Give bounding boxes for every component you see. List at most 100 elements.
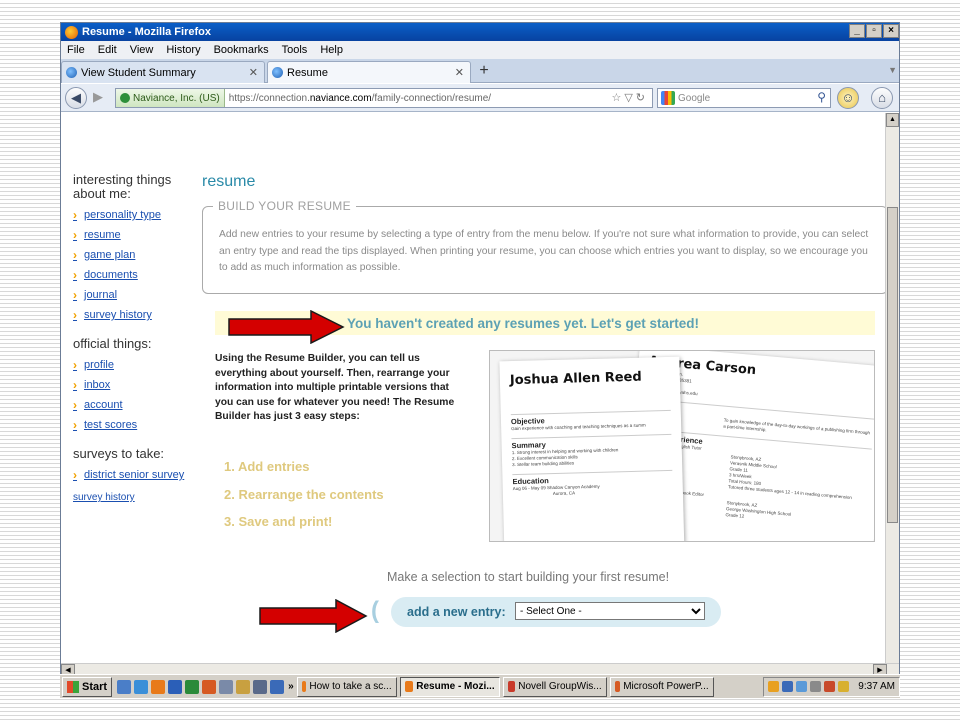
- window-title: Resume - Mozilla Firefox: [82, 26, 211, 38]
- sidebar-list-interesting: › personality type › resume › game plan › do…: [73, 205, 203, 325]
- scroll-thumb[interactable]: [887, 207, 898, 523]
- build-box-text: Add new entries to your resume by select…: [219, 229, 869, 273]
- close-window-button[interactable]: ×: [883, 24, 899, 38]
- tray-security-icon[interactable]: [824, 681, 836, 692]
- bookmark-star-icon[interactable]: ☆▽↻: [611, 91, 648, 104]
- new-tab-button[interactable]: +: [473, 62, 495, 82]
- quicklaunch-app3-icon[interactable]: [236, 679, 251, 694]
- site-identity-badge[interactable]: Naviance, Inc. (US): [116, 89, 225, 107]
- navigation-toolbar: ◀ ▶ Naviance, Inc. (US) https://connecti…: [61, 84, 899, 112]
- tray-volume-icon[interactable]: [810, 681, 822, 692]
- maximize-button[interactable]: ▫: [866, 24, 882, 38]
- system-clock: 9:37 AM: [858, 681, 895, 692]
- url-path: /family-connection/resume/: [371, 92, 492, 104]
- sidebar-item-documents[interactable]: › documents: [73, 265, 203, 285]
- quicklaunch-app2-icon[interactable]: [219, 679, 234, 694]
- survey-history-link[interactable]: survey history: [73, 492, 135, 503]
- browser-window: Resume - Mozilla Firefox _ ▫ × File Edit…: [60, 22, 900, 698]
- home-icon[interactable]: ⌂: [871, 87, 893, 109]
- tray-sync-icon[interactable]: [796, 681, 808, 692]
- tray-network-icon[interactable]: [782, 681, 794, 692]
- quicklaunch-app4-icon[interactable]: [253, 679, 268, 694]
- sample-resumes-image: Andrea Carson 7718 Jasmine Ln. Stonybroo…: [489, 350, 875, 542]
- tab-bar: View Student Summary ✕ Resume ✕ + ▼: [61, 59, 899, 83]
- tab-view-student-summary[interactable]: View Student Summary ✕: [61, 61, 265, 83]
- chevron-right-icon: ›: [73, 268, 77, 282]
- windows-logo-icon: [67, 680, 79, 693]
- task-how-to-take[interactable]: How to take a sc...: [296, 676, 397, 697]
- resume-name: Joshua Allen Reed: [509, 369, 642, 389]
- sidebar-heading-official: official things:: [73, 336, 152, 351]
- sidebar-item-personality-type[interactable]: › personality type: [73, 205, 203, 225]
- step-item: 3. Save and print!: [224, 514, 333, 529]
- chevron-right-icon: ›: [73, 248, 77, 262]
- tray-shield-icon[interactable]: [838, 681, 850, 692]
- resume-builder-intro: Using the Resume Builder, you can tell u…: [215, 353, 455, 422]
- sidebar-item-account[interactable]: › account: [73, 395, 203, 415]
- sidebar-item-survey-history[interactable]: › survey history: [73, 305, 203, 325]
- quicklaunch-app-icon[interactable]: [117, 679, 132, 694]
- firefox-icon: [301, 681, 307, 692]
- sidebar-item-district-senior-survey[interactable]: › district senior survey: [73, 465, 203, 485]
- globe-icon: [272, 67, 283, 78]
- menu-tools[interactable]: Tools: [282, 44, 308, 56]
- step-item: 2. Rearrange the contents: [224, 486, 384, 502]
- forward-button[interactable]: ▶: [89, 87, 107, 109]
- quicklaunch-excel-icon[interactable]: [185, 679, 200, 694]
- firefox-logo-icon: [65, 25, 78, 39]
- close-tab-icon[interactable]: ✕: [249, 66, 258, 79]
- menu-bar: File Edit View History Bookmarks Tools H…: [61, 41, 899, 59]
- list-tabs-icon[interactable]: ▼: [888, 65, 897, 75]
- system-tray: 9:37 AM: [763, 676, 900, 697]
- sidebar: interesting things about me: › personalit…: [73, 173, 203, 505]
- close-tab-icon[interactable]: ✕: [455, 66, 464, 79]
- firefox-icon: [404, 681, 414, 692]
- addon-icon[interactable]: ☺: [837, 87, 859, 109]
- window-controls: _ ▫ ×: [849, 24, 899, 38]
- quicklaunch-app5-icon[interactable]: [270, 679, 285, 694]
- tab-label: Resume: [287, 66, 328, 79]
- quicklaunch-powerpoint-icon[interactable]: [202, 679, 217, 694]
- search-icon[interactable]: ⚲: [817, 90, 826, 104]
- menu-file[interactable]: File: [67, 44, 85, 56]
- search-box[interactable]: Google ⚲: [657, 88, 831, 108]
- chevron-right-icon: ›: [73, 378, 77, 392]
- menu-bookmarks[interactable]: Bookmarks: [214, 44, 269, 56]
- step-item: 1. Add entries: [224, 459, 310, 474]
- sidebar-item-test-scores[interactable]: › test scores: [73, 415, 203, 435]
- sidebar-item-inbox[interactable]: › inbox: [73, 375, 203, 395]
- windows-taskbar: Start » How to take a sc... Resume - Moz…: [60, 674, 900, 698]
- site-identity-icon: [120, 93, 130, 103]
- menu-history[interactable]: History: [166, 44, 200, 56]
- task-powerpoint[interactable]: Microsoft PowerP...: [609, 676, 714, 697]
- add-entry-label: add a new entry:: [407, 605, 506, 619]
- sidebar-item-profile[interactable]: › profile: [73, 355, 203, 375]
- red-arrow-select-icon: [259, 599, 368, 633]
- minimize-button[interactable]: _: [849, 24, 865, 38]
- back-button[interactable]: ◀: [65, 87, 87, 109]
- sidebar-list-surveys: › district senior survey: [73, 465, 203, 485]
- quicklaunch-ie-icon[interactable]: [134, 679, 149, 694]
- quicklaunch-word-icon[interactable]: [168, 679, 183, 694]
- page-title: resume: [202, 173, 256, 190]
- url-prefix: https://connection.: [228, 92, 310, 104]
- start-button[interactable]: Start: [62, 676, 113, 697]
- tab-resume[interactable]: Resume ✕: [267, 61, 471, 83]
- entry-type-select[interactable]: - Select One -: [515, 602, 705, 620]
- url-host: naviance.com: [309, 92, 372, 104]
- menu-view[interactable]: View: [130, 44, 154, 56]
- build-box-legend: BUILD YOUR RESUME: [213, 199, 356, 213]
- vertical-scrollbar[interactable]: ▲: [885, 113, 899, 663]
- taskbar-overflow-icon[interactable]: »: [288, 681, 294, 692]
- tray-app-icon[interactable]: [768, 681, 780, 692]
- menu-edit[interactable]: Edit: [98, 44, 117, 56]
- quicklaunch-firefox-icon[interactable]: [151, 679, 166, 694]
- menu-help[interactable]: Help: [320, 44, 343, 56]
- task-resume-firefox[interactable]: Resume - Mozi...: [399, 676, 500, 697]
- sidebar-item-resume[interactable]: › resume: [73, 225, 203, 245]
- sidebar-item-game-plan[interactable]: › game plan: [73, 245, 203, 265]
- sidebar-item-journal[interactable]: › journal: [73, 285, 203, 305]
- scroll-up-arrow-icon[interactable]: ▲: [886, 113, 899, 127]
- task-groupwise[interactable]: Novell GroupWis...: [502, 676, 607, 697]
- url-bar[interactable]: Naviance, Inc. (US) https://connection. …: [115, 88, 653, 108]
